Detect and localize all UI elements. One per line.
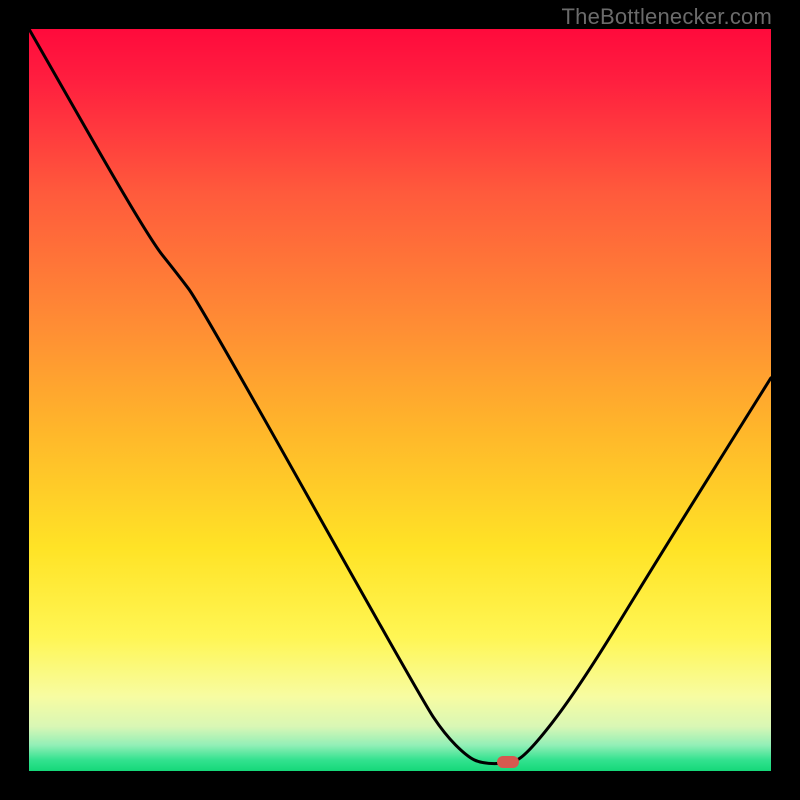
- optimal-marker: [497, 756, 519, 768]
- plot-area: [29, 29, 771, 771]
- watermark-text: TheBottlenecker.com: [562, 4, 772, 30]
- outer-frame: TheBottlenecker.com: [0, 0, 800, 800]
